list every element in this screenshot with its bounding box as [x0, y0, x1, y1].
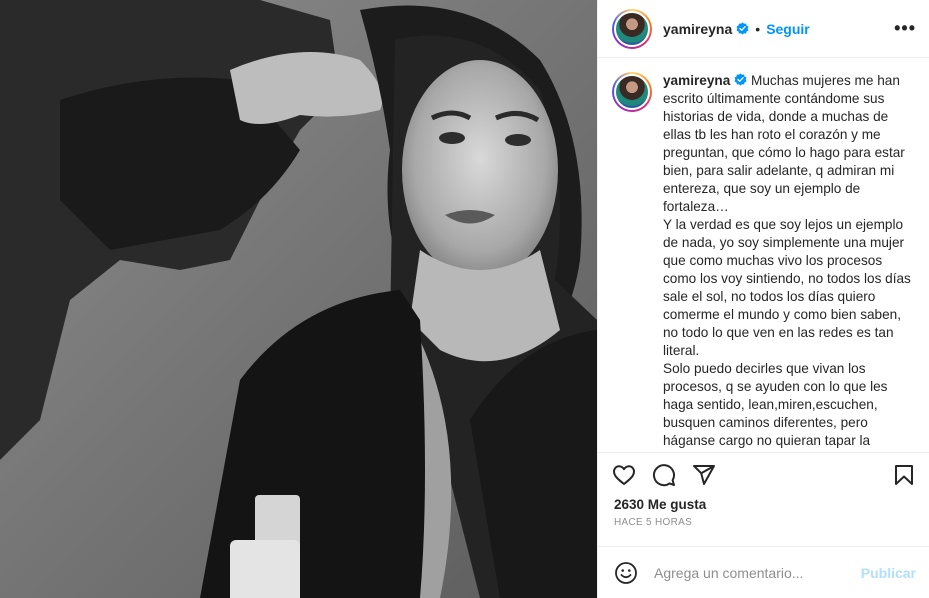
share-icon[interactable]: [692, 463, 716, 487]
follow-button[interactable]: Seguir: [766, 21, 810, 37]
caption-text: yamireyna Muchas mujeres me han escrito …: [663, 72, 911, 450]
post-photo[interactable]: [0, 0, 597, 598]
comments-scroll-area[interactable]: yamireyna Muchas mujeres me han escrito …: [598, 58, 929, 452]
emoji-icon[interactable]: [614, 561, 638, 585]
caption-paragraph: yamireyna Muchas mujeres me han escrito …: [663, 72, 911, 216]
author-avatar[interactable]: [612, 8, 652, 49]
post-timestamp[interactable]: HACE 5 HORAS: [614, 517, 692, 528]
post-header: yamireyna • Seguir •••: [598, 0, 929, 58]
caption-paragraph-2: Y la verdad es que soy lejos un ejemplo …: [663, 217, 911, 358]
caption-author-avatar[interactable]: [612, 72, 652, 112]
caption-username[interactable]: yamireyna: [663, 73, 730, 88]
heart-icon[interactable]: [612, 463, 636, 487]
caption-row: yamireyna Muchas mujeres me han escrito …: [598, 58, 929, 450]
more-options-button[interactable]: •••: [894, 19, 916, 37]
post-side-panel: yamireyna • Seguir ••• yamireyna Muchas …: [597, 0, 929, 598]
add-comment-bar: Publicar: [598, 546, 929, 598]
publish-button[interactable]: Publicar: [861, 565, 916, 581]
comment-input[interactable]: [654, 564, 864, 581]
author-username[interactable]: yamireyna: [663, 21, 732, 37]
caption-paragraph-1: Muchas mujeres me han escrito últimament…: [663, 73, 905, 214]
author-avatar-image: [614, 10, 650, 47]
comment-icon[interactable]: [652, 463, 676, 487]
post-photo-image: [0, 0, 597, 598]
caption-author-avatar-image: [614, 74, 650, 110]
verified-badge-icon: [734, 73, 747, 86]
post-actions: 2630 Me gusta HACE 5 HORAS: [598, 452, 929, 546]
verified-badge-icon: [736, 22, 749, 35]
caption-paragraph-3: Solo puedo decirles que vivan los proces…: [663, 361, 888, 448]
bookmark-icon[interactable]: [892, 463, 916, 487]
header-separator: •: [755, 20, 761, 37]
likes-count[interactable]: 2630 Me gusta: [614, 497, 706, 512]
